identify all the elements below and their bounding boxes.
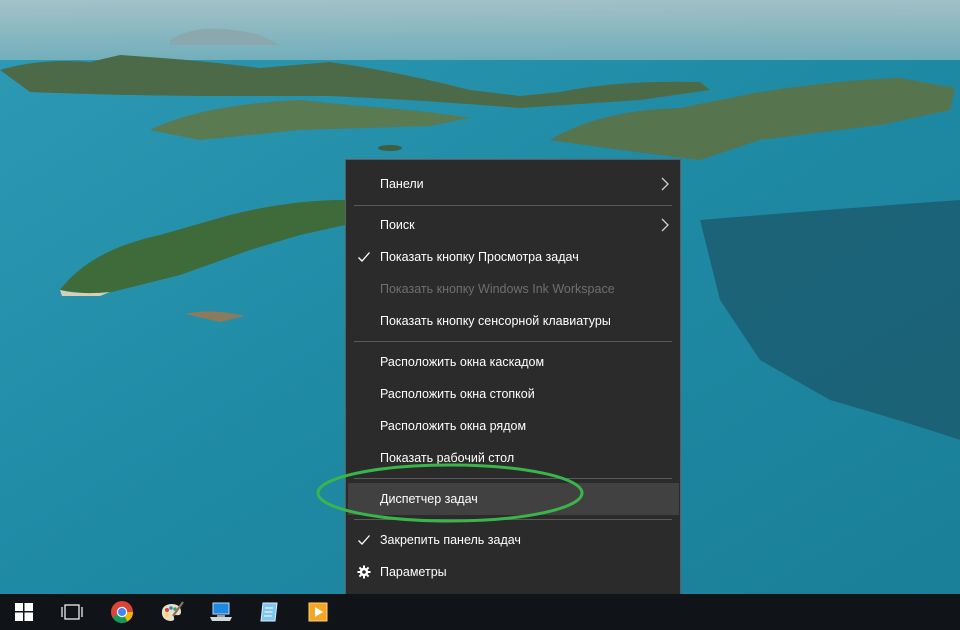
notepad-icon [260,602,278,622]
menu-item-label: Поиск [380,218,415,232]
menu-item-show-ink-workspace: Показать кнопку Windows Ink Workspace [346,273,680,305]
taskbar-app-remote-desktop[interactable] [197,594,245,630]
task-view-icon [61,604,83,620]
media-player-icon [308,602,328,622]
paint-icon [161,601,184,621]
menu-separator [354,341,672,342]
taskbar-app-notepad[interactable] [245,594,293,630]
menu-item-panels[interactable]: Панели [346,168,680,200]
menu-item-label: Расположить окна стопкой [380,387,535,401]
menu-item-label: Закрепить панель задач [380,533,521,547]
checkmark-icon [358,535,370,545]
windows-start-icon [15,603,33,621]
taskbar-context-menu: Панели Поиск Показать кнопку Просмотра з… [345,159,681,595]
menu-item-search[interactable]: Поиск [346,209,680,241]
chevron-right-icon [661,177,669,191]
menu-item-label: Расположить окна рядом [380,419,527,433]
highlight-ellipse-annotation [316,463,584,523]
taskbar-app-chrome[interactable] [98,594,146,630]
menu-item-side-by-side[interactable]: Расположить окна рядом [346,410,680,442]
menu-item-settings[interactable]: Параметры [346,556,680,588]
chrome-icon [111,601,133,623]
menu-item-label: Показать кнопку сенсорной клавиатуры [380,314,611,328]
menu-item-label: Расположить окна каскадом [380,355,545,369]
checkmark-icon [358,252,370,262]
remote-desktop-icon [210,602,232,621]
menu-item-cascade-windows[interactable]: Расположить окна каскадом [346,346,680,378]
menu-item-label: Панели [380,177,424,191]
task-view-button[interactable] [48,594,96,630]
start-button[interactable] [0,594,48,630]
menu-separator [354,205,672,206]
taskbar[interactable] [0,594,960,630]
menu-item-stack-windows[interactable]: Расположить окна стопкой [346,378,680,410]
chevron-right-icon [661,218,669,232]
menu-item-label: Параметры [380,565,447,579]
menu-item-label: Показать кнопку Просмотра задач [380,250,579,264]
gear-icon [357,565,371,579]
taskbar-app-paint[interactable] [148,594,196,630]
menu-item-show-task-view[interactable]: Показать кнопку Просмотра задач [346,241,680,273]
menu-item-show-touch-keyboard[interactable]: Показать кнопку сенсорной клавиатуры [346,305,680,337]
taskbar-app-media-player[interactable] [294,594,342,630]
menu-item-lock-taskbar[interactable]: Закрепить панель задач [346,524,680,556]
menu-item-label: Показать кнопку Windows Ink Workspace [380,282,615,296]
